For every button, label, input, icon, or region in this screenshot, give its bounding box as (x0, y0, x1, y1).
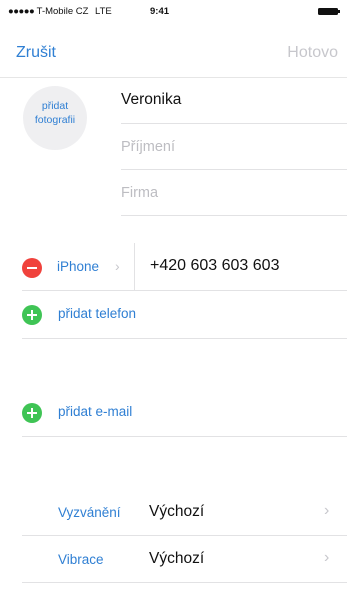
chevron-right-icon: › (115, 258, 120, 274)
phone-number-field[interactable]: +420 603 603 603 (150, 257, 279, 275)
cancel-button[interactable]: Zrušit (16, 44, 56, 62)
network-type: LTE (95, 6, 112, 17)
add-email-button[interactable] (22, 403, 42, 423)
add-photo-label-line2: fotografii (34, 114, 76, 126)
first-name-value: Veronika (121, 91, 182, 108)
signal-strength-icon: ●●●●● (8, 6, 35, 17)
chevron-right-icon: › (324, 502, 330, 519)
remove-phone-button[interactable] (22, 258, 42, 278)
carrier-info: ●●●●● T-Mobile CZ LTE (8, 6, 112, 17)
status-time: 9:41 (150, 6, 170, 17)
vibration-label: Vibrace (58, 552, 104, 567)
divider (22, 338, 347, 339)
last-name-placeholder: Příjmení (121, 139, 175, 155)
company-placeholder: Firma (121, 185, 159, 201)
battery-icon (318, 8, 340, 15)
add-photo-label-line1: přidat (41, 100, 69, 112)
add-phone-label[interactable]: přidat telefon (58, 306, 136, 321)
navigation-bar: Zrušit Hotovo (0, 22, 347, 78)
add-email-label[interactable]: přidat e-mail (58, 404, 132, 419)
minus-icon (27, 267, 37, 269)
divider (22, 290, 347, 291)
divider (22, 535, 347, 536)
phone-separator (134, 243, 135, 290)
vibration-value[interactable]: Výchozí (149, 550, 204, 568)
ringtone-value[interactable]: Výchozí (149, 503, 204, 521)
carrier-name: T-Mobile CZ (36, 6, 89, 17)
chevron-right-icon: › (324, 549, 330, 566)
divider (22, 582, 347, 583)
phone-label-selector[interactable]: iPhone (57, 259, 99, 274)
add-phone-button[interactable] (22, 305, 42, 325)
ringtone-label: Vyzvánění (58, 505, 121, 520)
status-bar: ●●●●● T-Mobile CZ LTE 9:41 (0, 0, 347, 22)
done-button[interactable]: Hotovo (287, 44, 338, 62)
divider (22, 436, 347, 437)
